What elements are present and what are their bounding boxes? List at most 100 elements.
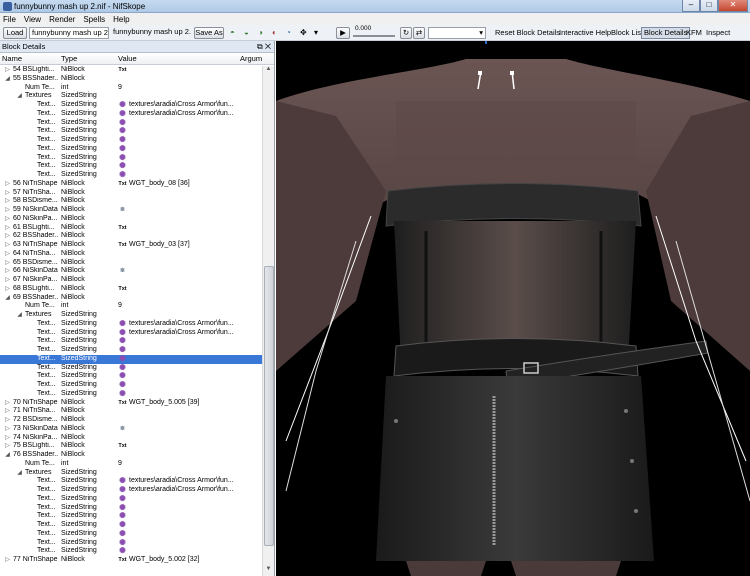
tree-row[interactable]: Num Te... int 9 bbox=[0, 302, 262, 311]
collapse-arrow-icon[interactable]: ◢ bbox=[4, 451, 11, 460]
tree-row[interactable]: ▷ 74 NiSkinPa... NiBlock bbox=[0, 434, 262, 443]
collapse-arrow-icon[interactable]: ◢ bbox=[16, 92, 23, 101]
tree-row[interactable]: Text... SizedString ✺ bbox=[0, 135, 262, 145]
perspective-icon[interactable]: ▾ bbox=[314, 28, 318, 38]
expand-arrow-icon[interactable]: ▷ bbox=[4, 434, 11, 443]
save-as-button[interactable]: Save As bbox=[194, 27, 224, 39]
tree-row[interactable]: ▷ 56 NiTriShape NiBlock Txt WGT_body_08 [36] bbox=[0, 180, 262, 189]
expand-arrow-icon[interactable]: ▷ bbox=[4, 66, 11, 75]
expand-arrow-icon[interactable]: ▷ bbox=[4, 224, 11, 233]
tree-row[interactable]: Text... SizedString ✺ bbox=[0, 520, 262, 530]
kfm-button[interactable]: KFM bbox=[686, 28, 702, 37]
tree-row[interactable]: ▷ 72 BSDisme... NiBlock bbox=[0, 416, 262, 425]
tree-row[interactable]: Text... SizedString ✺ bbox=[0, 144, 262, 154]
inspect-button[interactable]: Inspect bbox=[706, 28, 730, 37]
expand-arrow-icon[interactable]: ▷ bbox=[4, 285, 11, 294]
column-value[interactable]: Value bbox=[118, 54, 137, 63]
tree-row[interactable]: Text... SizedString ✺ textures\aradia\Cross… bbox=[0, 100, 262, 110]
tree-row[interactable]: ▷ 73 NiSkinData NiBlock ⋇ bbox=[0, 425, 262, 434]
tree-row[interactable]: Text... SizedString ✺ bbox=[0, 363, 262, 373]
view-front-icon[interactable]: ◓ bbox=[230, 28, 235, 38]
tree-row[interactable]: Text... SizedString ✺ bbox=[0, 494, 262, 504]
tree-row[interactable]: Text... SizedString ✺ textures\aradia\Cross… bbox=[0, 476, 262, 486]
expand-arrow-icon[interactable]: ▷ bbox=[4, 206, 11, 215]
tree-row[interactable]: Text... SizedString ✺ textures\aradia\Cross… bbox=[0, 485, 262, 495]
scrollbar-thumb[interactable] bbox=[264, 266, 274, 546]
tree-row[interactable]: ▷ 65 BSDisme... NiBlock bbox=[0, 259, 262, 268]
expand-arrow-icon[interactable]: ▷ bbox=[4, 189, 11, 198]
scroll-down-icon[interactable]: ▼ bbox=[263, 566, 274, 576]
loop-button[interactable]: ↻ bbox=[400, 27, 412, 39]
maximize-button[interactable]: □ bbox=[700, 0, 718, 12]
tree-row[interactable]: ◢ Textures SizedString bbox=[0, 469, 262, 478]
view-user-icon[interactable]: ◐ bbox=[272, 28, 277, 38]
view-walk-icon[interactable]: ◔ bbox=[286, 28, 291, 38]
switch-button[interactable]: ⇄ bbox=[413, 27, 425, 39]
tree-row[interactable]: ▷ 60 NiSkinPa... NiBlock bbox=[0, 215, 262, 224]
tree-row[interactable]: ◢ Textures SizedString bbox=[0, 311, 262, 320]
float-icon[interactable]: ⧉ bbox=[257, 42, 263, 51]
tree-row[interactable]: Text... SizedString ✺ bbox=[0, 153, 262, 163]
tree-row[interactable]: ▷ 70 NiTriShape NiBlock Txt WGT_body_5.005 [… bbox=[0, 399, 262, 408]
expand-arrow-icon[interactable]: ▷ bbox=[4, 276, 11, 285]
tree-row[interactable]: Text... SizedString ✺ bbox=[0, 546, 262, 556]
tree-row[interactable]: Num Te... int 9 bbox=[0, 460, 262, 469]
expand-arrow-icon[interactable]: ▷ bbox=[4, 425, 11, 434]
menu-view[interactable]: View bbox=[24, 15, 41, 24]
expand-arrow-icon[interactable]: ▷ bbox=[4, 197, 11, 206]
tree-row[interactable]: ◢ 69 BSShader... NiBlock bbox=[0, 294, 262, 303]
tree-row[interactable]: Text... SizedString ✺ bbox=[0, 126, 262, 136]
vertical-scrollbar[interactable]: ▲ ▼ bbox=[262, 66, 274, 576]
tree-row[interactable]: ◢ 76 BSShader... NiBlock bbox=[0, 451, 262, 460]
column-argument[interactable]: Argum bbox=[240, 54, 262, 63]
tree-row[interactable]: Text... SizedString ✺ bbox=[0, 345, 262, 355]
collapse-arrow-icon[interactable]: ◢ bbox=[4, 75, 11, 84]
tree-row[interactable]: ▷ 75 BSLighti... NiBlock Txt bbox=[0, 442, 262, 451]
block-list-button[interactable]: Block List bbox=[611, 28, 643, 37]
expand-arrow-icon[interactable]: ▷ bbox=[4, 180, 11, 189]
tree-row[interactable]: Text... SizedString ✺ bbox=[0, 371, 262, 381]
tree-row[interactable]: Num Te... int 9 bbox=[0, 84, 262, 93]
collapse-arrow-icon[interactable]: ◢ bbox=[16, 311, 23, 320]
tree-row[interactable]: ▷ 64 NiTriSha... NiBlock bbox=[0, 250, 262, 259]
tree-row[interactable]: ◢ 55 BSShader... NiBlock bbox=[0, 75, 262, 84]
tree-row[interactable]: Text... SizedString ✺ textures\aradia\Cross… bbox=[0, 319, 262, 329]
tree-row[interactable]: ▷ 66 NiSkinData NiBlock ⋇ bbox=[0, 267, 262, 276]
tree-row[interactable]: ▷ 68 BSLighti... NiBlock Txt bbox=[0, 285, 262, 294]
close-panel-icon[interactable]: ✕ bbox=[265, 42, 271, 51]
menu-file[interactable]: File bbox=[3, 15, 16, 24]
expand-arrow-icon[interactable]: ▷ bbox=[4, 232, 11, 241]
expand-arrow-icon[interactable]: ▷ bbox=[4, 399, 11, 408]
tree-row[interactable]: ▷ 63 NiTriShape NiBlock Txt WGT_body_03 [37] bbox=[0, 241, 262, 250]
tree-row[interactable]: ▷ 58 BSDisme... NiBlock bbox=[0, 197, 262, 206]
expand-arrow-icon[interactable]: ▷ bbox=[4, 250, 11, 259]
scroll-up-icon[interactable]: ▲ bbox=[263, 66, 274, 76]
load-button[interactable]: Load bbox=[3, 27, 27, 39]
reset-block-details-button[interactable]: Reset Block Details bbox=[495, 28, 560, 37]
tree-row[interactable]: ◢ Textures SizedString bbox=[0, 92, 262, 101]
tree-row[interactable]: ▷ 57 NiTriSha... NiBlock bbox=[0, 189, 262, 198]
column-type[interactable]: Type bbox=[61, 54, 77, 63]
animation-select[interactable]: ▾ bbox=[428, 27, 486, 39]
tree-row[interactable]: ▷ 54 BSLighti... NiBlock Txt bbox=[0, 66, 262, 75]
load-file-field[interactable]: funnybunny mash up 2.nif bbox=[29, 27, 109, 39]
tree-row[interactable]: Text... SizedString ✺ bbox=[0, 529, 262, 539]
menu-spells[interactable]: Spells bbox=[83, 15, 105, 24]
tree-row[interactable]: Text... SizedString ✺ bbox=[0, 380, 262, 390]
expand-arrow-icon[interactable]: ▷ bbox=[4, 267, 11, 276]
expand-arrow-icon[interactable]: ▷ bbox=[4, 259, 11, 268]
close-button[interactable]: ✕ bbox=[718, 0, 748, 12]
tree-row[interactable]: Text... SizedString ✺ bbox=[0, 511, 262, 521]
expand-arrow-icon[interactable]: ▷ bbox=[4, 241, 11, 250]
expand-arrow-icon[interactable]: ▷ bbox=[4, 442, 11, 451]
tree-row[interactable]: Text... SizedString ✺ bbox=[0, 161, 262, 171]
tree-row[interactable]: ▷ 71 NiTriSha... NiBlock bbox=[0, 407, 262, 416]
tree-row[interactable]: Text... SizedString ✺ bbox=[0, 354, 262, 364]
tree-row[interactable]: Text... SizedString ✺ bbox=[0, 170, 262, 180]
tree-row[interactable]: Text... SizedString ✺ bbox=[0, 118, 262, 128]
tree-row[interactable]: ▷ 77 NiTriShape NiBlock Txt WGT_body_5.002 [… bbox=[0, 556, 262, 565]
view-top-icon[interactable]: ◒ bbox=[244, 28, 249, 38]
flip-icon[interactable]: ✥ bbox=[300, 28, 307, 38]
column-name[interactable]: Name bbox=[2, 54, 22, 63]
tree-row[interactable]: Text... SizedString ✺ textures\aradia\Cross… bbox=[0, 109, 262, 119]
